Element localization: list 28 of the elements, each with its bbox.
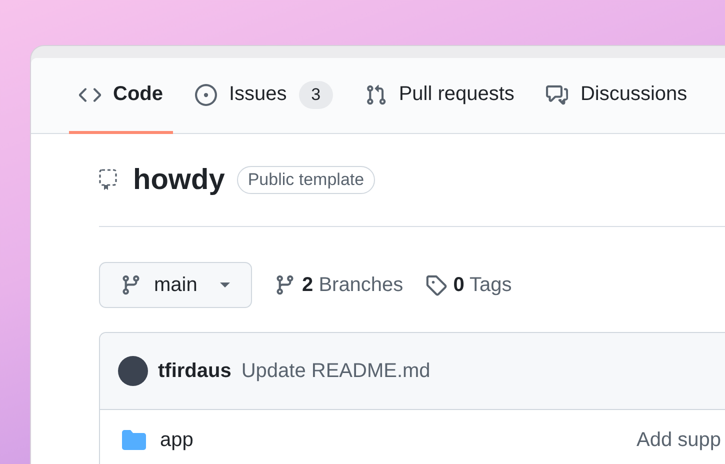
file-name[interactable]: app	[160, 428, 194, 452]
tab-label: Pull requests	[398, 83, 514, 106]
repo-tab[interactable]: Code	[69, 58, 173, 134]
commit-message[interactable]: Add supp	[636, 428, 725, 452]
issue-icon	[195, 84, 217, 106]
tab-label: Code	[113, 83, 163, 106]
branch-icon	[274, 274, 296, 296]
repo-name: howdy	[133, 164, 225, 196]
tags-link[interactable]: 0 Tags	[425, 274, 512, 296]
repo-tab[interactable]: Discussions	[536, 58, 698, 134]
template-repo-icon	[99, 169, 117, 191]
pull-request-icon	[364, 84, 387, 106]
visibility-label: Public template	[236, 166, 376, 194]
branch-icon	[120, 274, 142, 296]
issue-count: 3	[298, 80, 333, 108]
tab-label: Issues	[229, 83, 287, 106]
avatar[interactable]	[118, 356, 148, 386]
repo-tab[interactable]: Issues 3	[185, 58, 343, 134]
repo-tab[interactable]: Pull requests	[354, 58, 524, 134]
branch-selector[interactable]: main	[99, 262, 252, 308]
caret-icon	[219, 281, 231, 289]
discussion-icon	[546, 84, 568, 106]
tab-label: Discussions	[580, 83, 688, 106]
branches-link[interactable]: 2 Branches	[274, 274, 404, 296]
tag-icon	[425, 274, 448, 296]
commit-message[interactable]: Update README.md	[241, 360, 430, 382]
commit-author[interactable]: tfirdaus	[158, 360, 232, 382]
folder-icon	[122, 430, 146, 450]
